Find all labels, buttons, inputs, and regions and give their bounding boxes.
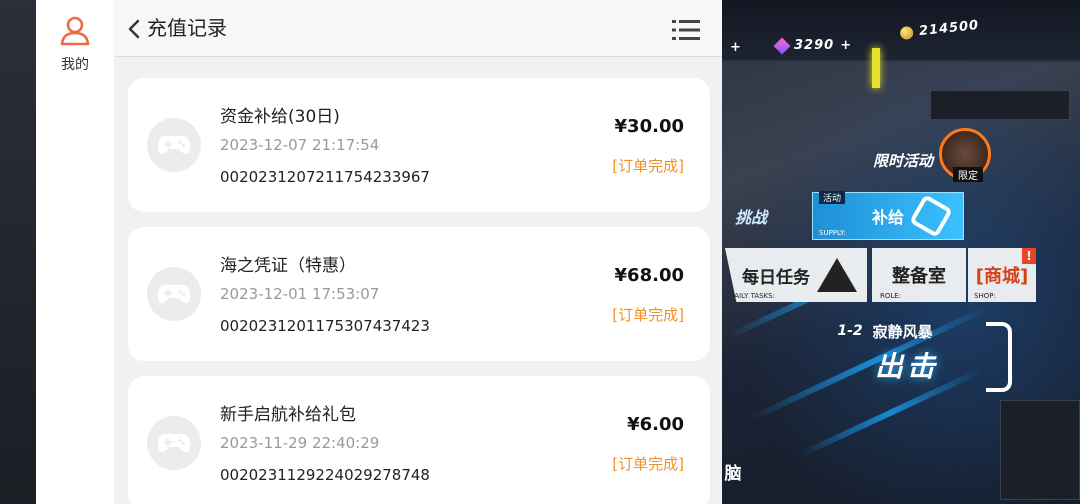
- supply-button[interactable]: 活动 补给 SUPPLY:: [812, 191, 964, 240]
- order-price: ¥68.00: [614, 265, 684, 286]
- order-status: [订单完成]: [612, 306, 684, 324]
- limited-event-button[interactable]: 限时活动 限定: [855, 128, 995, 184]
- product-name: 新手启航补给礼包: [220, 405, 356, 425]
- hexagon-icon: [909, 194, 953, 238]
- order-number: 0020231129224029278748: [220, 466, 430, 484]
- gem-icon: [773, 37, 791, 54]
- user-icon: [60, 16, 90, 46]
- game-panel: [930, 90, 1070, 120]
- order-time: 2023-11-29 22:40:29: [220, 434, 380, 452]
- brain-label: 脑: [724, 463, 742, 484]
- menu-button[interactable]: [672, 18, 700, 42]
- mine-label: 我的: [61, 57, 89, 73]
- gem-counter[interactable]: 3290 +: [773, 37, 853, 54]
- stage-number: 1-2: [837, 323, 863, 339]
- game-resource-bar: + 3290 + 214500: [700, 0, 1080, 62]
- stage-info: 1-2 寂静风暴: [820, 318, 950, 344]
- order-time: 2023-12-01 17:53:07: [220, 285, 380, 303]
- header-bar: 充值记录: [114, 0, 722, 57]
- battle-button[interactable]: 挑战: [716, 196, 786, 236]
- coin-counter[interactable]: 214500: [899, 17, 980, 41]
- back-button[interactable]: [124, 14, 144, 44]
- record-card[interactable]: 新手启航补给礼包 2023-11-29 22:40:29 00202311292…: [128, 376, 710, 504]
- left-sidebar: 我的: [36, 0, 114, 504]
- recharge-records-panel: 充值记录 资金补给(30日) 2023-12-07 21:17:54 00202…: [114, 0, 722, 504]
- shop-button[interactable]: [商城] SHOP: !: [968, 248, 1036, 302]
- supply-sub: SUPPLY:: [819, 229, 846, 237]
- coin-value: 214500: [918, 17, 980, 40]
- left-game-edge: [0, 0, 36, 504]
- daily-label: 每日任务: [742, 267, 810, 288]
- shop-label: [商城]: [975, 266, 1029, 287]
- brain-button[interactable]: 脑: [718, 456, 748, 486]
- limited-event-label: 限时活动: [873, 152, 934, 170]
- gamepad-icon: [147, 416, 201, 470]
- gem-plus: +: [840, 38, 853, 53]
- supply-tag: 活动: [819, 191, 846, 204]
- record-card[interactable]: 海之凭证（特惠） 2023-12-01 17:53:07 00202312011…: [128, 227, 710, 361]
- coin-icon: [899, 25, 914, 41]
- gem-value: 3290: [794, 38, 835, 53]
- prep-sub: ROLE:: [880, 292, 902, 300]
- mine-button[interactable]: 我的: [36, 14, 114, 84]
- stage-name: 寂静风暴: [872, 322, 933, 341]
- yellow-light-bar: [872, 48, 880, 88]
- gamepad-icon: [147, 118, 201, 172]
- order-number: 0020231201175307437423: [220, 317, 430, 335]
- battle-label: 挑战: [734, 208, 767, 227]
- sortie-button[interactable]: 出击: [862, 345, 952, 385]
- order-price: ¥30.00: [614, 116, 684, 137]
- limited-tag: 限定: [953, 167, 983, 182]
- record-card[interactable]: 资金补给(30日) 2023-12-07 21:17:54 0020231207…: [128, 78, 710, 212]
- order-number: 0020231207211754233967: [220, 168, 430, 186]
- daily-sub: DAILY TASKS:: [729, 292, 775, 300]
- alert-icon: !: [1022, 248, 1036, 264]
- order-time: 2023-12-07 21:17:54: [220, 136, 380, 154]
- game-panel: [1000, 400, 1080, 500]
- order-status: [订单完成]: [612, 157, 684, 175]
- supply-label: 补给: [871, 208, 904, 227]
- gamepad-icon: [147, 267, 201, 321]
- prep-room-button[interactable]: 整备室 ROLE:: [872, 248, 966, 302]
- prep-label: 整备室: [892, 266, 946, 287]
- records-list: 资金补给(30日) 2023-12-07 21:17:54 0020231207…: [128, 78, 710, 504]
- order-price: ¥6.00: [627, 414, 684, 435]
- chevron-left-icon: [128, 19, 140, 39]
- order-status: [订单完成]: [612, 455, 684, 473]
- product-name: 海之凭证（特惠）: [220, 256, 356, 276]
- daily-tasks-button[interactable]: 每日任务 DAILY TASKS:: [725, 248, 867, 302]
- bracket-decoration: [986, 322, 1012, 392]
- resource-plus[interactable]: +: [730, 40, 742, 55]
- page-title: 充值记录: [147, 16, 227, 40]
- sortie-label: 出击: [874, 350, 939, 383]
- warning-triangle-icon: [817, 258, 857, 292]
- list-menu-icon: [672, 20, 700, 40]
- shop-sub: SHOP:: [974, 292, 996, 300]
- product-name: 资金补给(30日): [220, 107, 340, 127]
